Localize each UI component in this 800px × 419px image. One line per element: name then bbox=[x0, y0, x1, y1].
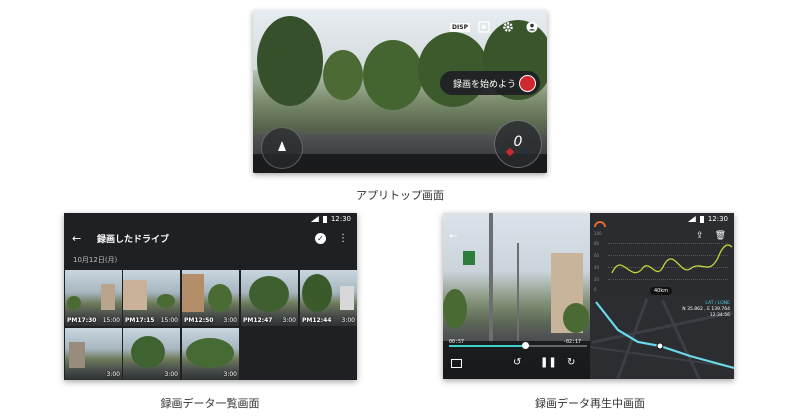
video-thumbnail[interactable]: PM17:15 15:00 bbox=[123, 270, 180, 326]
app-top-screenshot: DISP 録画を始めよう 0 bbox=[253, 10, 547, 173]
gallery-icon[interactable] bbox=[477, 20, 491, 34]
seek-bar-fill bbox=[449, 345, 525, 347]
pause-icon[interactable]: ❚❚ bbox=[540, 357, 557, 368]
thumb-duration: 3:00 bbox=[223, 317, 237, 324]
record-prompt-label: 録画を始めよう bbox=[453, 79, 517, 90]
building bbox=[340, 286, 354, 310]
tree bbox=[257, 16, 323, 106]
speed-curve bbox=[611, 244, 733, 274]
recording-list-screenshot: 12:30 ← 録画したドライブ ✓ ⋮ 10月12日(月) PM17:30 1… bbox=[64, 213, 357, 380]
battery-icon bbox=[699, 215, 704, 223]
building bbox=[182, 274, 204, 312]
distance-chip: 40km bbox=[650, 287, 673, 295]
speedometer: 0 bbox=[494, 120, 542, 168]
utility-pole bbox=[517, 243, 519, 341]
current-position-marker bbox=[656, 342, 664, 350]
tree bbox=[186, 338, 234, 368]
tree bbox=[363, 40, 423, 110]
back-arrow-icon[interactable]: ← bbox=[72, 232, 88, 245]
thumb-time: PM12:50 bbox=[184, 317, 214, 324]
battery-icon bbox=[322, 215, 327, 223]
thumb-time: PM17:15 bbox=[125, 317, 155, 324]
seek-bar[interactable] bbox=[449, 342, 587, 349]
tree bbox=[208, 284, 232, 312]
thumb-duration: 3:00 bbox=[106, 371, 120, 378]
list-title: 録画したドライブ bbox=[97, 234, 170, 245]
start-recording-button[interactable]: 録画を始めよう bbox=[440, 71, 540, 95]
thumb-duration: 3:00 bbox=[282, 317, 296, 324]
disp-icon[interactable]: DISP bbox=[450, 20, 470, 34]
more-menu-icon[interactable]: ⋮ bbox=[338, 233, 348, 244]
tree bbox=[249, 276, 289, 312]
compass-widget bbox=[261, 127, 303, 169]
road-sign bbox=[463, 251, 475, 265]
tree bbox=[323, 50, 363, 100]
tree bbox=[443, 289, 467, 329]
signal-icon bbox=[310, 216, 319, 222]
building bbox=[69, 342, 85, 368]
speed-curve-line bbox=[611, 244, 733, 274]
video-thumbnail[interactable]: PM12:44 3:00 bbox=[300, 270, 357, 326]
video-thumbnail[interactable]: 3:00 bbox=[182, 328, 239, 380]
signal-icon bbox=[687, 216, 696, 222]
speed-graph-panel: ⇪ 🗑 100 80 60 40 20 0 40km bbox=[590, 213, 734, 296]
list-header: ← 録画したドライブ ✓ ⋮ bbox=[64, 226, 357, 250]
thumb-time: PM17:30 bbox=[67, 317, 97, 324]
compass-arrow-icon bbox=[278, 141, 286, 151]
building bbox=[123, 280, 147, 310]
tree bbox=[67, 296, 81, 310]
account-icon[interactable] bbox=[525, 20, 539, 34]
top-toolbar: DISP bbox=[450, 20, 539, 34]
status-time: 12:30 bbox=[707, 215, 728, 223]
tree bbox=[302, 274, 332, 312]
playback-screenshot: ← 00:57 -02:17 ↺ ❚❚ ↻ ⇪ 🗑 100 80 60 40 2… bbox=[443, 213, 734, 379]
thumb-duration: 15:00 bbox=[160, 317, 178, 324]
caption-top: アプリトップ画面 bbox=[356, 189, 444, 202]
thumb-time: PM12:44 bbox=[302, 317, 332, 324]
utility-pole bbox=[489, 213, 493, 343]
select-check-icon[interactable]: ✓ bbox=[315, 232, 326, 244]
settings-gear-icon[interactable] bbox=[501, 20, 515, 34]
rewind-icon[interactable]: ↺ bbox=[513, 357, 521, 368]
back-arrow-icon[interactable]: ← bbox=[449, 231, 457, 242]
seek-handle[interactable] bbox=[521, 342, 529, 349]
caption-list: 録画データ一覧画面 bbox=[160, 397, 260, 410]
status-bar: 12:30 bbox=[687, 215, 728, 223]
video-thumbnail[interactable]: PM12:50 3:00 bbox=[182, 270, 239, 326]
forward-icon[interactable]: ↻ bbox=[567, 357, 575, 368]
date-label: 10月12日(月) bbox=[73, 256, 118, 264]
thumb-time: PM12:47 bbox=[243, 317, 273, 324]
video-thumbnail[interactable]: PM17:30 15:00 bbox=[65, 270, 122, 326]
thumb-duration: 3:00 bbox=[223, 371, 237, 378]
record-icon bbox=[519, 74, 536, 92]
thumb-duration: 3:00 bbox=[164, 371, 178, 378]
speed-value: 0 bbox=[513, 134, 523, 150]
status-time: 12:30 bbox=[330, 215, 351, 223]
tree bbox=[131, 336, 165, 368]
video-thumbnail[interactable]: 3:00 bbox=[65, 328, 122, 380]
map-info-time: 12:34:56 bbox=[709, 313, 730, 318]
video-thumbnail[interactable]: PM12:47 3:00 bbox=[241, 270, 298, 326]
status-bar: 12:30 bbox=[310, 215, 351, 223]
thumb-duration: 3:00 bbox=[341, 317, 355, 324]
video-thumbnail[interactable]: 3:00 bbox=[123, 328, 180, 380]
tree bbox=[563, 303, 589, 333]
fullscreen-icon[interactable] bbox=[451, 359, 462, 368]
caption-playback: 録画データ再生中画面 bbox=[535, 397, 645, 410]
tree bbox=[157, 294, 175, 308]
map-panel[interactable]: LAT / LONE N 35.862 , E 139.764 12:34:56 bbox=[590, 296, 734, 379]
map-info: LAT / LONE N 35.862 , E 139.764 12:34:56 bbox=[682, 301, 730, 319]
tree bbox=[418, 32, 488, 107]
thumb-duration: 15:00 bbox=[102, 317, 120, 324]
building bbox=[101, 284, 115, 310]
